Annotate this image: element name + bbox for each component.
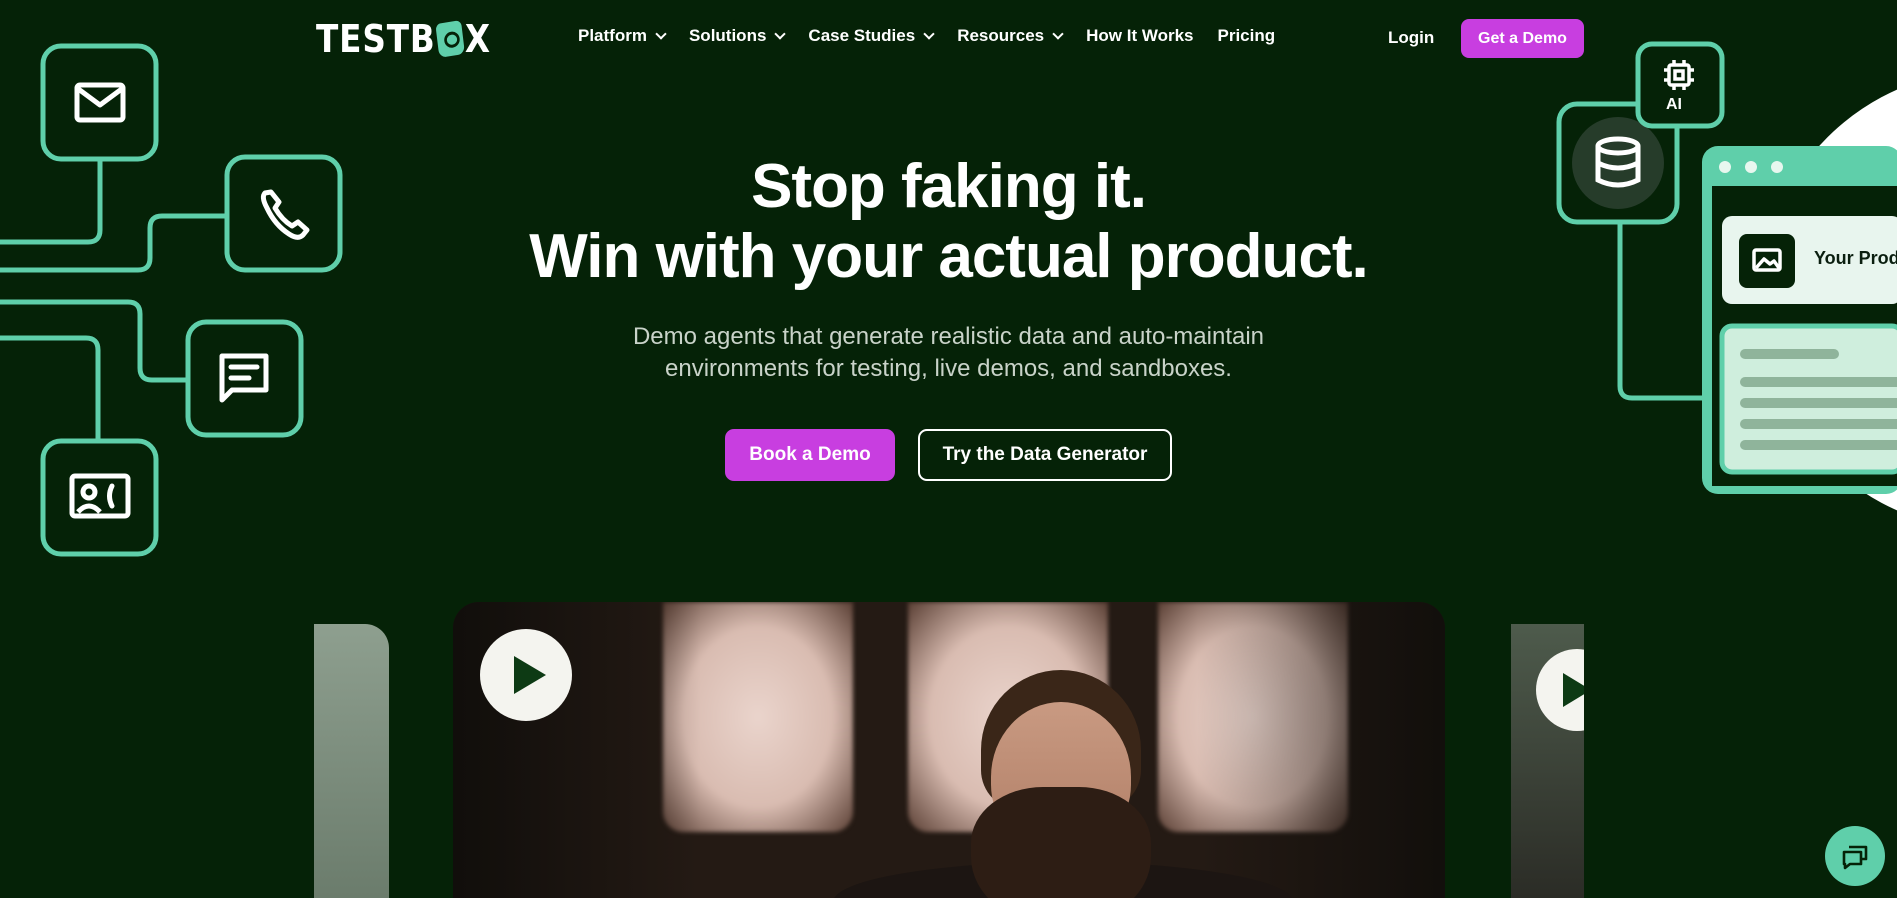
hero-title-line-1: Stop faking it. (751, 152, 1147, 221)
play-button-main[interactable] (480, 629, 572, 721)
login-link[interactable]: Login (1388, 28, 1434, 48)
play-icon (513, 656, 546, 694)
nav-item-label: Case Studies (808, 26, 916, 45)
logo-mascot-icon (435, 20, 466, 58)
chevron-down-icon (655, 28, 667, 40)
ai-label: AI (1666, 96, 1682, 113)
get-a-demo-button[interactable]: Get a Demo (1461, 19, 1584, 58)
nav-item-solutions[interactable]: Solutions (688, 26, 787, 46)
main-nav: Platform Solutions Case Studies Resource… (578, 26, 1299, 46)
video-thumbnail-previous[interactable] (314, 624, 389, 898)
nav-item-label: Solutions (688, 26, 767, 45)
logo-text-b: X (464, 17, 491, 61)
nav-item-label: Resources (957, 26, 1045, 45)
nav-item-label: Pricing (1217, 26, 1276, 45)
video-shade (453, 602, 1445, 898)
nav-item-platform[interactable]: Platform (578, 26, 667, 46)
testbox-logo[interactable]: TESTB X (316, 17, 491, 61)
hero-subtitle-line-1: Demo agents that generate realistic data… (632, 323, 1265, 350)
hero-subtitle-line-2: environments for testing, live demos, an… (665, 355, 1232, 382)
nav-item-pricing[interactable]: Pricing (1218, 26, 1276, 46)
person-beard (971, 787, 1151, 898)
chevron-down-icon (774, 28, 787, 40)
hero-title-line-2: Win with your actual product. (529, 222, 1368, 291)
try-data-generator-button[interactable]: Try the Data Generator (918, 429, 1172, 481)
nav-item-resources[interactable]: Resources (957, 26, 1064, 46)
chat-launcher-icon (1842, 845, 1868, 870)
video-thumbnail-main[interactable] (453, 602, 1445, 898)
nav-item-label: How It Works (1086, 26, 1194, 45)
chat-launcher-button[interactable] (1825, 826, 1885, 886)
chevron-down-icon (1052, 28, 1064, 40)
nav-item-label: Platform (578, 26, 647, 45)
logo-text-a: TESTB (316, 17, 436, 61)
hero-title: Stop faking it. Win with your actual pro… (0, 152, 1897, 292)
chevron-down-icon (923, 28, 935, 40)
book-a-demo-button[interactable]: Book a Demo (725, 429, 895, 481)
nav-item-how-it-works[interactable]: How It Works (1086, 26, 1193, 46)
hero-subtitle: Demo agents that generate realistic data… (560, 321, 1337, 385)
nav-item-case-studies[interactable]: Case Studies (808, 26, 935, 46)
contact-icon-box (40, 438, 159, 557)
